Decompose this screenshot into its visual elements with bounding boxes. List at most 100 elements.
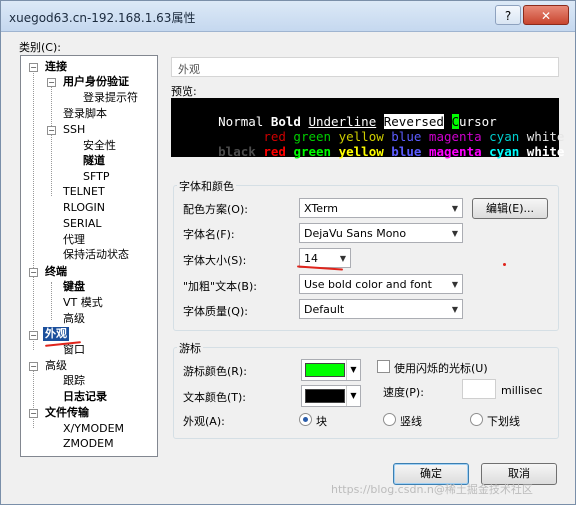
tree-item-proxy[interactable]: 代理 [63,233,85,247]
tree-guide [33,70,34,350]
bold-text-select[interactable]: Use bold color and font ▼ [299,274,463,294]
dropdown-arrow-icon: ▼ [451,280,458,289]
preview-cyan-bold: cyan [489,144,520,159]
preview-red-bold: red [263,144,286,159]
tree-item-xymodem[interactable]: X/YMODEM [63,422,124,436]
font-size-select[interactable]: 14 ▼ [299,248,351,268]
dropdown-arrow-icon: ▼ [451,204,458,213]
preview-white-bold: white [526,144,565,159]
font-color-group-title: 字体和颜色 [177,178,236,194]
dropdown-arrow-icon: ▼ [451,229,458,238]
shape-block-label: 块 [316,415,327,428]
dropdown-arrow-icon: ▼ [451,305,458,314]
cursor-shape-label: 外观(A): [183,415,225,428]
font-quality-select[interactable]: Default ▼ [299,299,463,319]
shape-vline-radio[interactable] [383,413,396,426]
panel-title-box: 外观 [171,57,559,77]
category-tree[interactable]: − 连接 − 用户身份验证 登录提示符 登录脚本 − SSH 安全性 隧道 SF… [20,55,158,457]
preview-green-bold: green [293,144,332,159]
watermark: https://blog.csdn.n@稀土掘金技术社区 [331,483,533,496]
edit-button[interactable]: 编辑(E)... [472,198,548,219]
preview-row: black red green yellow blue magenta cyan… [173,129,564,174]
font-size-label: 字体大小(S): [183,254,247,267]
preview-magenta-bold: magenta [428,144,482,159]
dropdown-arrow-icon: ▼ [346,386,360,406]
tree-item-keyboard[interactable]: 键盘 [63,280,85,294]
cursor-color-swatch [305,363,345,377]
tree-guide [33,370,34,428]
text-color-swatch [305,389,345,403]
font-quality-value: Default [304,303,345,316]
properties-dialog: xuegod63.cn-192.168.1.63属性 ? ✕ 类别(C): − … [0,0,576,505]
tree-item-terminal[interactable]: 终端 [45,265,67,279]
blink-cursor-checkbox[interactable] [377,360,390,373]
scheme-label: 配色方案(O): [183,203,248,216]
font-name-value: DejaVu Sans Mono [304,227,407,240]
color-scheme-value: XTerm [304,202,339,215]
tree-item-serial[interactable]: SERIAL [63,217,101,231]
tree-item-ssh[interactable]: SSH [63,123,85,137]
blink-cursor-label: 使用闪烁的光标(U) [394,362,488,375]
color-scheme-select[interactable]: XTerm ▼ [299,198,463,218]
preview-yellow-bold: yellow [338,144,384,159]
speed-label: 速度(P): [383,386,424,399]
cursor-color-picker[interactable]: ▼ [301,359,361,381]
collapse-icon[interactable]: − [29,331,38,340]
tree-item-file-transfer[interactable]: 文件传输 [45,406,89,420]
tree-item-rlogin[interactable]: RLOGIN [63,201,105,215]
tree-guide [51,282,52,320]
collapse-icon[interactable]: − [29,63,38,72]
shape-block-radio[interactable] [299,413,312,426]
help-button[interactable]: ? [495,5,521,25]
tree-item-connection[interactable]: 连接 [45,60,67,74]
tree-guide [51,86,52,196]
shape-vline-label: 竖线 [400,415,422,428]
category-label: 类别(C): [19,41,61,54]
tree-item-zmodem[interactable]: ZMODEM [63,437,114,451]
title-bar: xuegod63.cn-192.168.1.63属性 ? ✕ [1,1,575,32]
shape-underline-radio[interactable] [470,413,483,426]
collapse-icon[interactable]: − [29,268,38,277]
tree-item-vt-mode[interactable]: VT 模式 [63,296,103,310]
font-quality-label: 字体质量(Q): [183,305,248,318]
tree-item-appearance-selected[interactable]: 外观 [43,327,69,341]
tree-item-security[interactable]: 安全性 [83,139,116,153]
tree-item-trace[interactable]: 跟踪 [63,374,85,388]
speed-unit: millisec [501,384,543,397]
preview-label: 预览: [171,85,197,98]
cursor-color-label: 游标颜色(R): [183,365,247,378]
speed-input[interactable] [462,379,496,399]
dropdown-arrow-icon: ▼ [339,254,346,263]
preview-black-bold: black [218,144,256,159]
dropdown-arrow-icon: ▼ [346,360,360,380]
bold-text-value: Use bold color and font [304,278,432,291]
text-color-label: 文本颜色(T): [183,391,247,404]
cursor-group-title: 游标 [177,340,203,356]
tree-item-telnet[interactable]: TELNET [63,185,105,199]
text-color-picker[interactable]: ▼ [301,385,361,407]
annotation-dot [503,263,506,266]
tree-item-login-script[interactable]: 登录脚本 [63,107,107,121]
panel-title: 外观 [178,63,200,76]
collapse-icon[interactable]: − [47,78,56,87]
bold-text-label: "加粗"文本(B): [183,280,257,293]
font-size-value: 14 [304,252,318,265]
collapse-icon[interactable]: − [29,362,38,371]
tree-item-window[interactable]: 窗口 [63,343,85,357]
font-name-select[interactable]: DejaVu Sans Mono ▼ [299,223,463,243]
tree-item-login-prompt[interactable]: 登录提示符 [83,91,138,105]
terminal-preview: Normal Bold Underline Reversed Cursor re… [171,98,564,159]
font-name-label: 字体名(F): [183,228,235,241]
tree-item-keepalive[interactable]: 保持活动状态 [63,248,129,262]
collapse-icon[interactable]: − [47,126,56,135]
tree-item-tunnel[interactable]: 隧道 [83,154,105,168]
collapse-icon[interactable]: − [29,409,38,418]
tree-item-user-auth[interactable]: 用户身份验证 [63,75,129,89]
close-button[interactable]: ✕ [523,5,569,25]
tree-item-sftp[interactable]: SFTP [83,170,109,184]
preview-blue-bold: blue [391,144,422,159]
window-title: xuegod63.cn-192.168.1.63属性 [9,11,196,25]
tree-item-terminal-advanced[interactable]: 高级 [63,312,85,326]
tree-item-logging[interactable]: 日志记录 [63,390,107,404]
tree-item-advanced[interactable]: 高级 [45,359,67,373]
